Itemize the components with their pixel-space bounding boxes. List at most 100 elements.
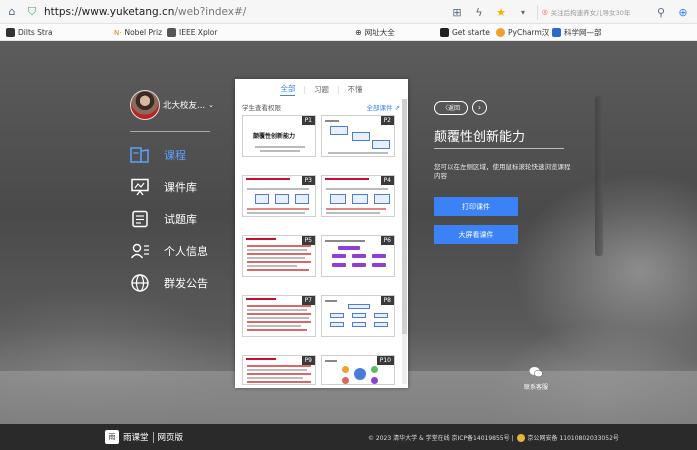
- tab-not-understood[interactable]: 不懂: [348, 84, 363, 95]
- bookmark-item[interactable]: IEEE Xplor: [167, 26, 217, 39]
- bookmark-item[interactable]: PyCharm汉: [496, 26, 549, 39]
- panel-scrollbar[interactable]: [402, 99, 407, 384]
- slide-diagram-circle: [371, 377, 378, 384]
- bookmark-label: Nobel Priz: [124, 28, 163, 37]
- slide-diagram-box: [332, 263, 346, 267]
- slide-text-line: [326, 188, 388, 190]
- slide-diagram-box: [352, 263, 366, 267]
- slide-page-number: P3: [301, 176, 315, 185]
- slide-text-line: [325, 300, 337, 302]
- profile-menu[interactable]: 北大校友... ⌄: [130, 90, 214, 120]
- slide-heading: [246, 298, 276, 300]
- slide-thumbnail[interactable]: P6: [321, 235, 395, 277]
- all-slides-link[interactable]: 全部课件 ⇗: [366, 102, 400, 112]
- slide-heading: [246, 178, 290, 180]
- slide-text-line: [247, 321, 311, 323]
- slide-thumbnail[interactable]: P7: [242, 295, 316, 337]
- slide-text-line: [247, 212, 305, 214]
- permission-label[interactable]: 学生查看权限: [242, 104, 281, 112]
- slide-diagram-circle: [354, 368, 366, 380]
- tab-separator: |: [303, 84, 306, 94]
- slide-text-line: [325, 360, 337, 362]
- slide-text-line: [247, 313, 311, 315]
- police-record[interactable]: 京公网安备 11010802033052号: [528, 433, 619, 442]
- sidebar-item-announcements[interactable]: 群发公告: [130, 273, 208, 293]
- slide-thumbnail[interactable]: P3: [242, 175, 316, 217]
- slide-diagram-box: [332, 254, 346, 258]
- slide-diagram-box: [374, 322, 388, 327]
- course-nav: 〈返回 ›: [434, 100, 487, 115]
- wechat-service[interactable]: 联系客服: [524, 366, 548, 391]
- wechat-icon: [529, 366, 543, 380]
- print-slides-button[interactable]: 打印课件: [434, 197, 518, 216]
- police-badge-icon: [516, 433, 525, 442]
- slide-thumbnail[interactable]: P8: [321, 295, 395, 337]
- tab-exercises[interactable]: 习题: [314, 84, 329, 95]
- slide-diagram-box: [295, 194, 309, 204]
- slide-text-line: [326, 208, 386, 210]
- grid-icon[interactable]: ⊞: [449, 4, 465, 20]
- avatar: [130, 90, 160, 120]
- globe-icon: [130, 273, 150, 293]
- toolbar-right: ⊞ ϟ ★ ▾ ◎ 关注后拘速养女儿导女30年 ⚲ ⊕: [449, 4, 691, 20]
- chevron-right-icon: ›: [477, 103, 482, 112]
- bookmark-item[interactable]: 科学网—部: [552, 26, 602, 39]
- slide-heading: [325, 178, 369, 180]
- sidebar-item-question-bank[interactable]: 试题库: [130, 209, 197, 229]
- bookmark-item[interactable]: Dilts Stra: [6, 26, 53, 39]
- slide-text-line: [247, 188, 309, 190]
- slide-text-line: [325, 120, 339, 122]
- slide-text-line: [326, 212, 380, 214]
- app-main: 北大校友... ⌄ 课程 课件库 试题库 个人信息 群发公告 全部 | 习题 |…: [0, 41, 697, 424]
- shield-icon[interactable]: ⛉: [24, 4, 40, 20]
- tab-all[interactable]: 全部: [280, 83, 296, 96]
- slide-text-line: [325, 240, 365, 242]
- slide-page-number: P2: [380, 116, 394, 125]
- bookmark-item[interactable]: N· Nobel Priz: [114, 26, 162, 39]
- slide-thumbnail[interactable]: P2: [321, 115, 395, 157]
- bookmark-item[interactable]: ⊕ 网址大全: [355, 26, 395, 39]
- slide-text-line: [247, 381, 311, 383]
- slide-page-number: P1: [301, 116, 315, 125]
- bookmark-icon: [6, 28, 15, 37]
- slide-diagram-box: [352, 313, 366, 318]
- slide-thumbnail[interactable]: P4: [321, 175, 395, 217]
- bigscreen-button[interactable]: 大屏看课件: [434, 225, 518, 244]
- list-icon: [130, 209, 150, 229]
- sidebar-item-label: 个人信息: [164, 245, 208, 258]
- slide-thumbnail[interactable]: P9: [242, 355, 316, 385]
- slide-text-line: [247, 305, 311, 307]
- slides-icon: [130, 177, 150, 197]
- scrollbar-thumb[interactable]: [402, 99, 407, 334]
- bookmark-icon: N·: [114, 28, 122, 37]
- lightning-icon[interactable]: ϟ: [471, 4, 487, 20]
- bookmark-item[interactable]: Get starte: [440, 26, 490, 39]
- search-engine-icon: ◎: [542, 8, 548, 16]
- slide-page-number: P5: [301, 236, 315, 245]
- forward-button[interactable]: ›: [472, 100, 487, 115]
- sidebar-item-label: 课件库: [164, 181, 197, 194]
- web-version-label: 网页版: [157, 433, 184, 443]
- sidebar-item-profile[interactable]: 个人信息: [130, 241, 208, 261]
- slide-diagram-box: [372, 140, 390, 149]
- slide-thumbnail[interactable]: P1 颠覆性创新能力: [242, 115, 316, 157]
- sidebar-item-slide-library[interactable]: 课件库: [130, 177, 197, 197]
- extension-icon[interactable]: ⊕: [675, 4, 691, 20]
- bookmark-label: 科学网—部: [564, 28, 602, 37]
- slide-thumbnail[interactable]: P10: [321, 355, 395, 385]
- search-input[interactable]: ◎ 关注后拘速养女儿导女30年: [537, 4, 647, 20]
- slide-thumbnail[interactable]: P5: [242, 235, 316, 277]
- sidebar-item-courses[interactable]: 课程: [130, 145, 186, 165]
- address-bar[interactable]: https://www.yuketang.cn/web?index#/: [44, 6, 246, 18]
- sidebar-divider: [130, 131, 210, 132]
- slide-text-line: [247, 269, 309, 271]
- chevron-down-icon[interactable]: ▾: [515, 4, 531, 20]
- home-icon[interactable]: ⌂: [4, 4, 20, 20]
- title-divider: [434, 148, 564, 149]
- search-icon[interactable]: ⚲: [653, 4, 669, 20]
- bookmark-icon: [552, 28, 561, 37]
- slide-diagram-box: [330, 313, 344, 318]
- star-icon[interactable]: ★: [493, 4, 509, 20]
- url-host: www.yuketang.cn: [81, 5, 175, 18]
- back-button[interactable]: 〈返回: [434, 100, 468, 115]
